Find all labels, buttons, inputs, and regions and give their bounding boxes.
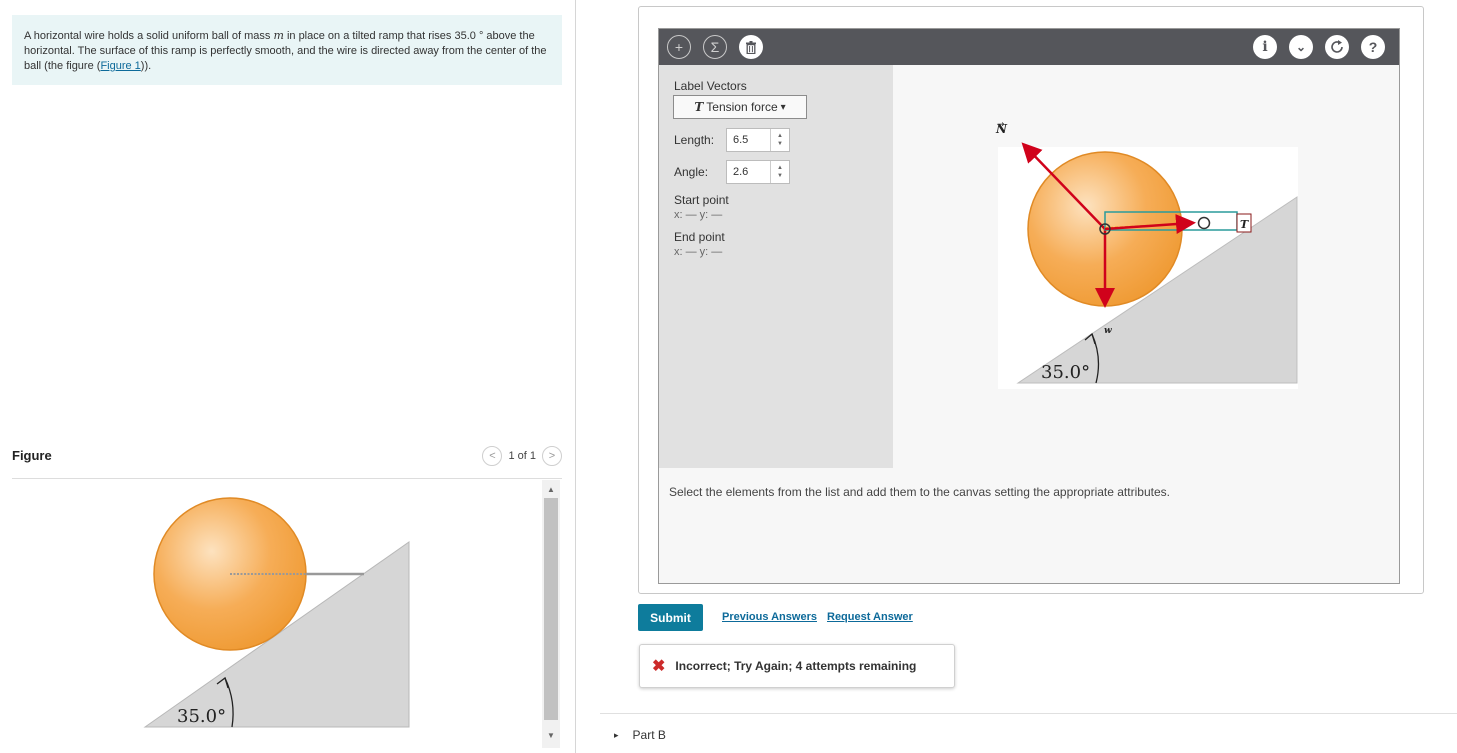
add-vector-icon[interactable]: + bbox=[667, 35, 691, 59]
feedback-text: Incorrect; Try Again; 4 attempts remaini… bbox=[675, 659, 917, 673]
problem-statement: A horizontal wire holds a solid uniform … bbox=[12, 15, 562, 85]
incorrect-x-icon: ✖ bbox=[652, 658, 666, 675]
figure-header: Figure < 1 of 1 > bbox=[12, 444, 562, 479]
canvas-angle-label: 35.0° bbox=[1041, 362, 1090, 383]
column-divider bbox=[575, 0, 576, 753]
chevron-down-icon: ▾ bbox=[780, 101, 786, 113]
sum-vectors-icon[interactable]: Σ bbox=[703, 35, 727, 59]
free-body-diagram[interactable]: N → w T 35.0° bbox=[893, 65, 1399, 468]
length-stepper-icon[interactable]: ▲ ▼ bbox=[770, 129, 789, 151]
length-value: 6.5 bbox=[733, 134, 749, 146]
reset-icon-glyph bbox=[1331, 40, 1343, 53]
figure-pager: < 1 of 1 > bbox=[482, 446, 562, 466]
figure-angle-label: 35.0° bbox=[177, 706, 226, 727]
label-vectors-heading: Label Vectors bbox=[674, 79, 747, 93]
trash-icon-glyph bbox=[746, 40, 756, 54]
figure-link[interactable]: Figure 1 bbox=[100, 60, 140, 72]
angle-stepper-icon[interactable]: ▲ ▼ bbox=[770, 161, 789, 183]
part-b-toggle[interactable]: ▸ Part B bbox=[614, 728, 666, 742]
scroll-up-arrow-icon[interactable]: ▲ bbox=[542, 482, 560, 498]
ball-ramp-figure: 35.0° bbox=[143, 497, 410, 728]
end-point-coords: x: — y: — bbox=[674, 246, 723, 258]
angle-value: 2.6 bbox=[733, 166, 749, 178]
submit-button[interactable]: Submit bbox=[638, 604, 703, 631]
scroll-down-arrow-icon[interactable]: ▼ bbox=[542, 728, 560, 744]
feedback-message: ✖ Incorrect; Try Again; 4 attempts remai… bbox=[639, 644, 955, 688]
vector-properties-panel: Label Vectors T Tension force ▾ Length: … bbox=[659, 65, 893, 468]
request-answer-link[interactable]: Request Answer bbox=[827, 611, 913, 623]
start-point-label: Start point bbox=[674, 193, 729, 207]
trash-icon[interactable] bbox=[739, 35, 763, 59]
end-point-label: End point bbox=[674, 230, 725, 244]
info-icon[interactable]: i bbox=[1253, 35, 1277, 59]
dropdown-selected-label: Tension force bbox=[706, 100, 778, 114]
figure-title: Figure bbox=[12, 448, 52, 463]
weight-vector-label: w bbox=[1104, 326, 1112, 336]
drawing-canvas[interactable]: N → w T 35.0° bbox=[893, 65, 1399, 468]
tool-instruction: Select the elements from the list and ad… bbox=[669, 485, 1170, 499]
figure-page-indicator: 1 of 1 bbox=[508, 450, 536, 462]
menu-chevron-icon[interactable]: ⌄ bbox=[1289, 35, 1313, 59]
start-point-coords: x: — y: — bbox=[674, 209, 723, 221]
figure-image: 35.0° bbox=[12, 480, 542, 748]
scrollbar-thumb[interactable] bbox=[544, 498, 558, 720]
figure-scrollbar[interactable]: ▲ ▼ bbox=[542, 480, 560, 748]
vector-symbol: T bbox=[694, 100, 704, 114]
part-b-label: Part B bbox=[632, 728, 666, 742]
help-icon[interactable]: ? bbox=[1361, 35, 1385, 59]
problem-text-start: A horizontal wire holds a solid uniform … bbox=[24, 30, 274, 42]
mass-variable: m bbox=[273, 29, 284, 42]
prev-figure-button[interactable]: < bbox=[482, 446, 503, 466]
normal-vector-arrow-glyph: → bbox=[997, 120, 1005, 130]
vector-drawing-tool: + Σ i ⌄ ? Label Vectors T Tension force bbox=[658, 28, 1400, 584]
length-label: Length: bbox=[674, 133, 715, 147]
problem-text-end: )). bbox=[140, 60, 152, 72]
expand-arrow-icon: ▸ bbox=[614, 729, 619, 740]
tool-toolbar: + Σ i ⌄ ? bbox=[659, 29, 1399, 65]
vector-end-handle[interactable] bbox=[1197, 216, 1211, 230]
angle-label: Angle: bbox=[674, 165, 709, 179]
vector-label-dropdown[interactable]: T Tension force ▾ bbox=[673, 95, 807, 119]
length-input[interactable]: 6.5 ▲ ▼ bbox=[726, 128, 790, 152]
reset-icon[interactable] bbox=[1325, 35, 1349, 59]
previous-answers-link[interactable]: Previous Answers bbox=[722, 611, 817, 623]
angle-input[interactable]: 2.6 ▲ ▼ bbox=[726, 160, 790, 184]
tension-vector-label: T bbox=[1240, 218, 1249, 231]
next-figure-button[interactable]: > bbox=[542, 446, 562, 466]
section-divider bbox=[600, 713, 1457, 714]
